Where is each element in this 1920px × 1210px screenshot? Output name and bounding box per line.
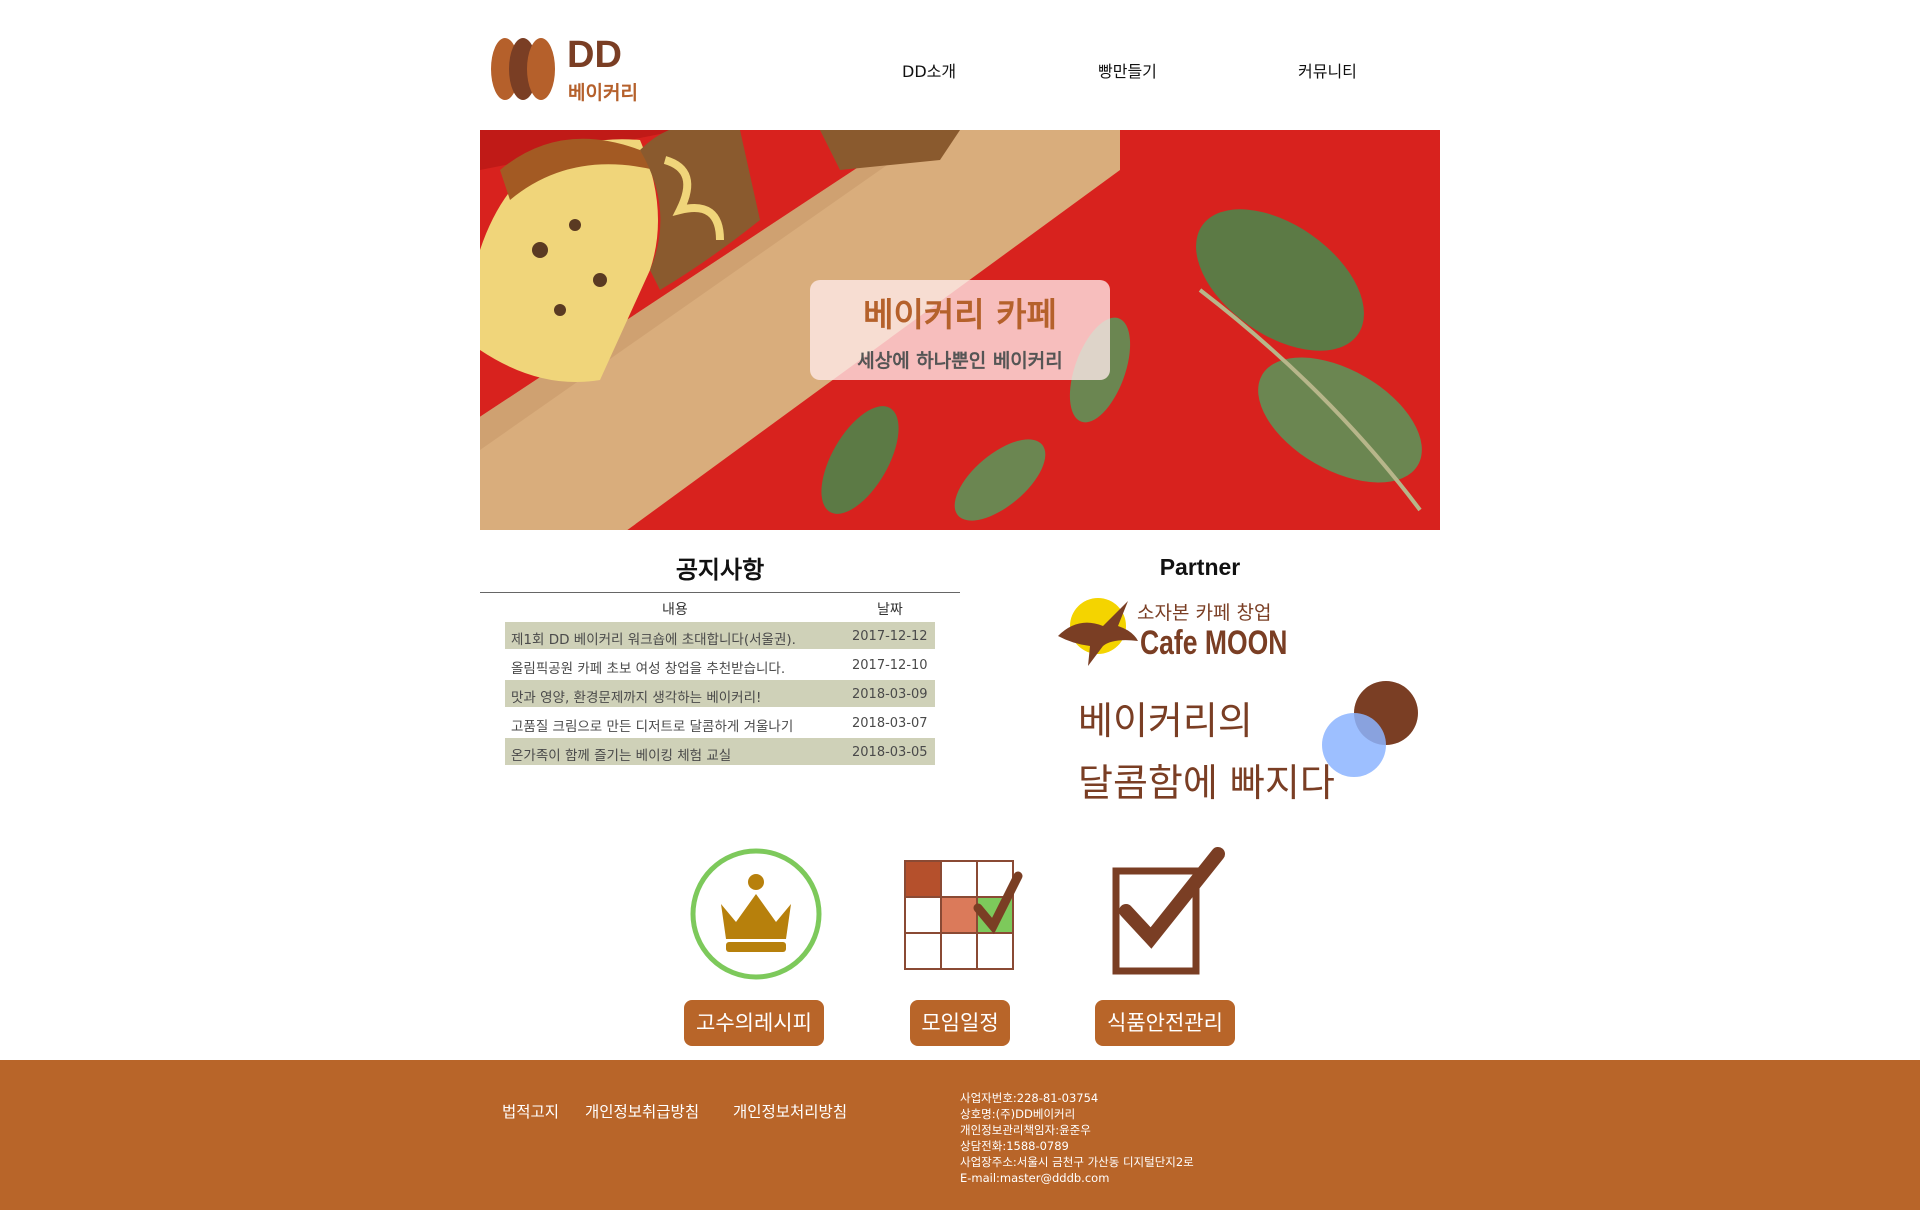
page: DD 베이커리 DD소개 빵만들기 커뮤니티 베이커리 카페 세상에 하나뿐인 … (0, 0, 1920, 1210)
footer-company-info: 사업자번호:228-81-03754 상호명:(주)DD베이커리 개인정보관리책… (960, 1090, 1194, 1186)
footer-info-line: 개인정보관리책임자:윤준우 (960, 1123, 1091, 1137)
notice-row-text: 맛과 영양, 환경문제까지 생각하는 베이커리! (511, 690, 762, 706)
main-nav: DD소개 빵만들기 커뮤니티 (0, 58, 1920, 88)
hero-banner: 베이커리 카페 세상에 하나뿐인 베이커리 (480, 130, 1440, 530)
feature-button-food-safety[interactable]: 식품안전관리 (1095, 1000, 1235, 1046)
notice-row[interactable]: 맛과 영양, 환경문제까지 생각하는 베이커리! 2018-03-09 (505, 680, 935, 707)
footer-link-privacy-handling[interactable]: 개인정보취급방침 (585, 1100, 699, 1122)
footer-info-line: 사업장주소:서울시 금천구 가산동 디지털단지2로 (960, 1155, 1194, 1169)
notice-header-date: 날짜 (877, 602, 903, 618)
slogan-line-1: 베이커리의 (1078, 699, 1253, 743)
notice-row-text: 온가족이 함께 즐기는 베이킹 체험 교실 (511, 748, 732, 764)
notice-row-date: 2018-03-07 (852, 716, 928, 731)
footer-info-line: E-mail:master@dddb.com (960, 1171, 1110, 1185)
cafe-tagline: 소자본 카페 창업 (1137, 602, 1272, 624)
feature-button-schedule[interactable]: 모임일정 (910, 1000, 1010, 1046)
slogan-line-2: 달콤함에 빠지다 (1078, 761, 1335, 805)
notice-row-text: 고품질 크림으로 만든 디저트로 달콤하게 겨울나기 (511, 719, 794, 735)
footer-link-legal[interactable]: 법적고지 (502, 1100, 559, 1122)
notice-row-date: 2018-03-05 (852, 745, 928, 760)
notice-row[interactable]: 올림픽공원 카페 초보 여성 창업을 추천받습니다. 2017-12-10 (505, 651, 935, 678)
notice-row-date: 2017-12-12 (852, 629, 928, 644)
notice-row-date: 2018-03-09 (852, 687, 928, 702)
calendar-check-icon[interactable] (890, 846, 1030, 986)
checkbox-icon[interactable] (1096, 846, 1236, 986)
footer-info-line: 상담전화:1588-0789 (960, 1139, 1069, 1153)
nav-item-about[interactable]: DD소개 (902, 58, 956, 82)
nav-item-baking[interactable]: 빵만들기 (1098, 58, 1157, 82)
notice-row-text: 올림픽공원 카페 초보 여성 창업을 추천받습니다. (511, 661, 786, 677)
notice-divider (480, 592, 960, 593)
hero-caption: 베이커리 카페 세상에 하나뿐인 베이커리 (810, 280, 1110, 380)
notice-title: 공지사항 (675, 556, 765, 584)
hero-title: 베이커리 카페 (863, 295, 1057, 334)
notice-row-date: 2017-12-10 (852, 658, 928, 673)
footer-link-privacy-policy[interactable]: 개인정보처리방침 (733, 1100, 847, 1122)
notice-header-content: 내용 (662, 602, 688, 618)
notice-row-text: 제1회 DD 베이커리 워크숍에 초대합니다(서울권). (511, 632, 796, 648)
cafe-name: Cafe MOON (1140, 624, 1288, 662)
footer-info-line: 상호명:(주)DD베이커리 (960, 1107, 1076, 1121)
footer-info-line: 사업자번호:228-81-03754 (960, 1091, 1099, 1105)
hero-subtitle: 세상에 하나뿐인 베이커리 (857, 350, 1063, 372)
notice-row[interactable]: 온가족이 함께 즐기는 베이킹 체험 교실 2018-03-05 (505, 738, 935, 765)
notice-row[interactable]: 제1회 DD 베이커리 워크숍에 초대합니다(서울권). 2017-12-12 (505, 622, 935, 649)
crown-icon[interactable] (686, 844, 826, 984)
notice-row[interactable]: 고품질 크림으로 만든 디저트로 달콤하게 겨울나기 2018-03-07 (505, 709, 935, 736)
nav-item-community[interactable]: 커뮤니티 (1298, 58, 1357, 82)
feature-button-recipe[interactable]: 고수의레시피 (684, 1000, 824, 1046)
partner-title: Partner (1159, 554, 1241, 580)
